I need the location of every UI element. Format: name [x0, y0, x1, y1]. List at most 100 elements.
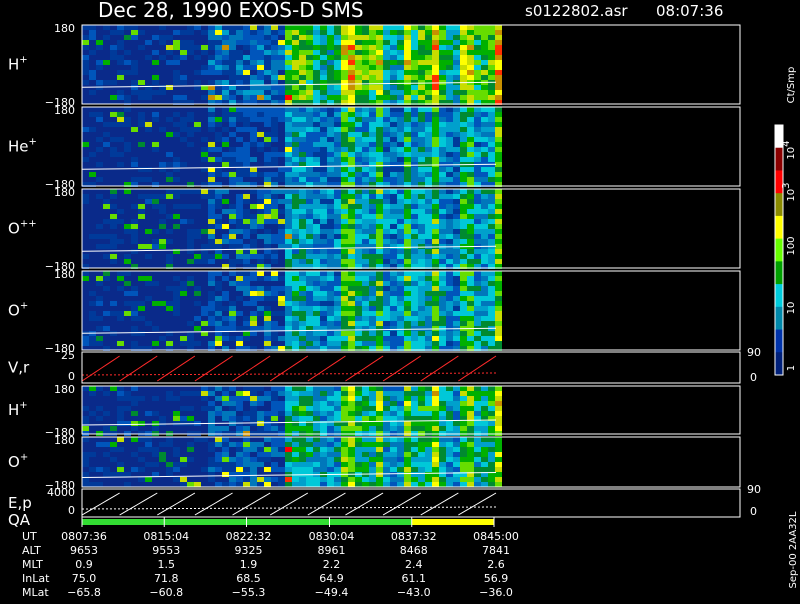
heatmap-cell [488, 122, 495, 127]
heatmap-cell [131, 467, 138, 472]
heatmap-cell [138, 301, 145, 306]
heatmap-cell [152, 326, 159, 331]
heatmap-cell [222, 65, 229, 70]
heatmap-cell [397, 244, 404, 249]
heatmap-cell [432, 132, 439, 137]
heatmap-cell [495, 291, 502, 296]
heatmap-cell [432, 107, 439, 112]
heatmap-cell [320, 70, 327, 75]
heatmap-cell [341, 482, 348, 487]
heatmap-cell [292, 437, 299, 442]
heatmap-cell [215, 204, 222, 209]
heatmap-cell [418, 122, 425, 127]
heatmap-cell [376, 462, 383, 467]
heatmap-cell [306, 40, 313, 45]
heatmap-cell [313, 214, 320, 219]
heatmap-cell [285, 482, 292, 487]
heatmap-cell [383, 321, 390, 326]
heatmap-cell [187, 132, 194, 137]
heatmap-cell [432, 316, 439, 321]
heatmap-cell [495, 152, 502, 157]
heatmap-cell [481, 152, 488, 157]
heatmap-cell [299, 30, 306, 35]
heatmap-cell [425, 189, 432, 194]
heatmap-cell [495, 326, 502, 331]
heatmap-cell [397, 391, 404, 396]
heatmap-cell [411, 401, 418, 406]
heatmap-cell [187, 336, 194, 341]
heatmap-cell [467, 204, 474, 209]
heatmap-cell [481, 291, 488, 296]
heatmap-cell [390, 219, 397, 224]
heatmap-cell [355, 60, 362, 65]
heatmap-cell [390, 30, 397, 35]
heatmap-cell [418, 276, 425, 281]
heatmap-cell [460, 401, 467, 406]
heatmap-cell [362, 127, 369, 132]
heatmap-cell [229, 316, 236, 321]
heatmap-cell [285, 286, 292, 291]
heatmap-cell [355, 239, 362, 244]
heatmap-cell [460, 25, 467, 30]
heatmap-cell [334, 482, 341, 487]
heatmap-cell [495, 167, 502, 172]
heatmap-cell [411, 239, 418, 244]
heatmap-cell [110, 50, 117, 55]
table-cell: 0822:32 [226, 530, 272, 543]
heatmap-cell [236, 194, 243, 199]
heatmap-cell [208, 477, 215, 482]
heatmap-cell [488, 142, 495, 147]
heatmap-cell [432, 276, 439, 281]
heatmap-cell [215, 457, 222, 462]
heatmap-cell [292, 386, 299, 391]
heatmap-cell [117, 152, 124, 157]
heatmap-cell [138, 142, 145, 147]
heatmap-cell [418, 311, 425, 316]
heatmap-cell [194, 326, 201, 331]
heatmap-cell [243, 95, 250, 100]
heatmap-cell [327, 152, 334, 157]
heatmap-cell [159, 162, 166, 167]
heatmap-cell [418, 321, 425, 326]
heatmap-cell [271, 336, 278, 341]
heatmap-cell [215, 55, 222, 60]
heatmap-cell [96, 40, 103, 45]
heatmap-cell [327, 254, 334, 259]
heatmap-cell [467, 341, 474, 346]
heatmap-cell [229, 411, 236, 416]
heatmap-cell [355, 172, 362, 177]
heatmap-cell [411, 386, 418, 391]
heatmap-cell [271, 147, 278, 152]
heatmap-cell [474, 462, 481, 467]
heatmap-cell [229, 396, 236, 401]
heatmap-cell [404, 177, 411, 182]
heatmap-cell [418, 401, 425, 406]
heatmap-cell [488, 85, 495, 90]
heatmap-cell [299, 224, 306, 229]
panel-0: H+180−180 [8, 22, 741, 109]
heatmap-cell [215, 25, 222, 30]
heatmap-cell [250, 172, 257, 177]
heatmap-cell [285, 142, 292, 147]
heatmap-cell [292, 60, 299, 65]
heatmap-cell [173, 276, 180, 281]
heatmap-cell [320, 35, 327, 40]
table-cell: 1.9 [240, 558, 258, 571]
heatmap-cell [425, 477, 432, 482]
heatmap-cell [110, 219, 117, 224]
heatmap-cell [320, 85, 327, 90]
heatmap-cell [460, 112, 467, 117]
heatmap-cell [180, 80, 187, 85]
heatmap-cell [236, 336, 243, 341]
heatmap-cell [278, 234, 285, 239]
heatmap-cell [341, 296, 348, 301]
heatmap-cell [404, 167, 411, 172]
heatmap-cell [481, 311, 488, 316]
heatmap-cell [467, 406, 474, 411]
heatmap-cell [320, 167, 327, 172]
heatmap-cell [320, 276, 327, 281]
heatmap-cell [229, 416, 236, 421]
heatmap-cell [425, 25, 432, 30]
heatmap-cell [152, 341, 159, 346]
heatmap-cell [453, 447, 460, 452]
